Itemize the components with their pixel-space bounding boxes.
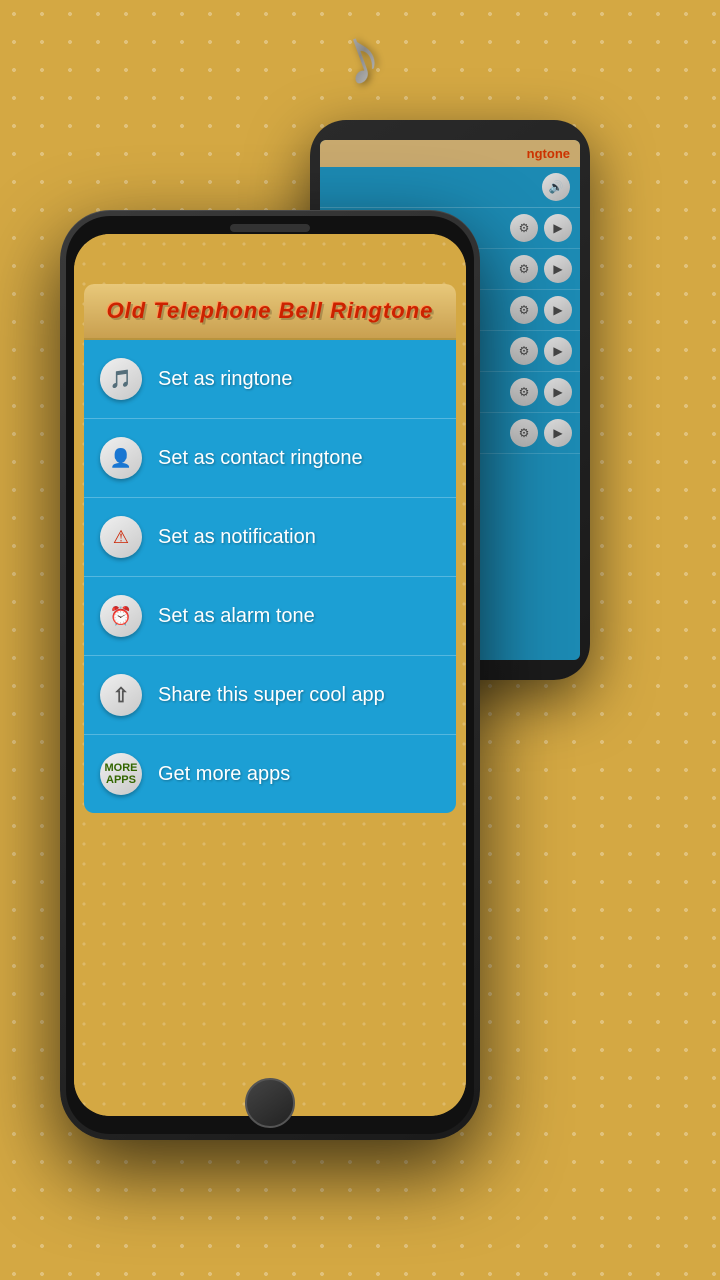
menu-item-contact-ringtone[interactable]: 👤 Set as contact ringtone	[84, 419, 456, 498]
menu-item-ringtone[interactable]: 🎵 Set as ringtone	[84, 340, 456, 419]
back-gear-icon-4[interactable]: ⚙	[510, 337, 538, 365]
speaker-icon: 🔊	[542, 173, 570, 201]
phone-front-inner: Old Telephone Bell Ringtone 🎵 Set as rin…	[66, 216, 474, 1134]
phone-notch	[230, 224, 310, 232]
more-apps-icon: MOREAPPS	[100, 753, 142, 795]
phone-home-button[interactable]	[245, 1078, 295, 1128]
app-title: Old Telephone Bell Ringtone	[107, 298, 434, 323]
menu-item-more-apps[interactable]: MOREAPPS Get more apps	[84, 735, 456, 813]
menu-label-alarm: Set as alarm tone	[158, 605, 315, 628]
app-title-bar: Old Telephone Bell Ringtone	[84, 284, 456, 340]
back-gear-icon-2[interactable]: ⚙	[510, 255, 538, 283]
back-play-icon-1[interactable]: ▶	[544, 214, 572, 242]
back-play-icon-6[interactable]: ▶	[544, 419, 572, 447]
menu-label-ringtone: Set as ringtone	[158, 368, 293, 391]
menu-list: 🎵 Set as ringtone 👤 Set as contact ringt…	[84, 340, 456, 813]
alarm-icon: ⏰	[100, 595, 142, 637]
phone-back-header: ngtone	[320, 140, 580, 167]
menu-item-share[interactable]: ⇧ Share this super cool app	[84, 656, 456, 735]
back-gear-icon-6[interactable]: ⚙	[510, 419, 538, 447]
music-note-icon: 🎵	[100, 358, 142, 400]
back-play-icon-3[interactable]: ▶	[544, 296, 572, 324]
menu-label-notification: Set as notification	[158, 526, 316, 549]
menu-label-contact-ringtone: Set as contact ringtone	[158, 447, 363, 470]
back-gear-icon-3[interactable]: ⚙	[510, 296, 538, 324]
phone-front: Old Telephone Bell Ringtone 🎵 Set as rin…	[60, 210, 480, 1140]
back-gear-icon-1[interactable]: ⚙	[510, 214, 538, 242]
menu-label-share: Share this super cool app	[158, 684, 385, 707]
menu-item-alarm[interactable]: ⏰ Set as alarm tone	[84, 577, 456, 656]
app-content: Old Telephone Bell Ringtone 🎵 Set as rin…	[84, 284, 456, 813]
share-icon: ⇧	[100, 674, 142, 716]
notification-icon: ⚠	[100, 516, 142, 558]
menu-item-notification[interactable]: ⚠ Set as notification	[84, 498, 456, 577]
contact-icon: 👤	[100, 437, 142, 479]
phone-back-speaker-row: 🔊	[320, 167, 580, 208]
back-gear-icon-5[interactable]: ⚙	[510, 378, 538, 406]
phone-screen: Old Telephone Bell Ringtone 🎵 Set as rin…	[74, 234, 466, 1116]
back-play-icon-4[interactable]: ▶	[544, 337, 572, 365]
menu-label-more-apps: Get more apps	[158, 763, 290, 786]
back-play-icon-2[interactable]: ▶	[544, 255, 572, 283]
back-play-icon-5[interactable]: ▶	[544, 378, 572, 406]
